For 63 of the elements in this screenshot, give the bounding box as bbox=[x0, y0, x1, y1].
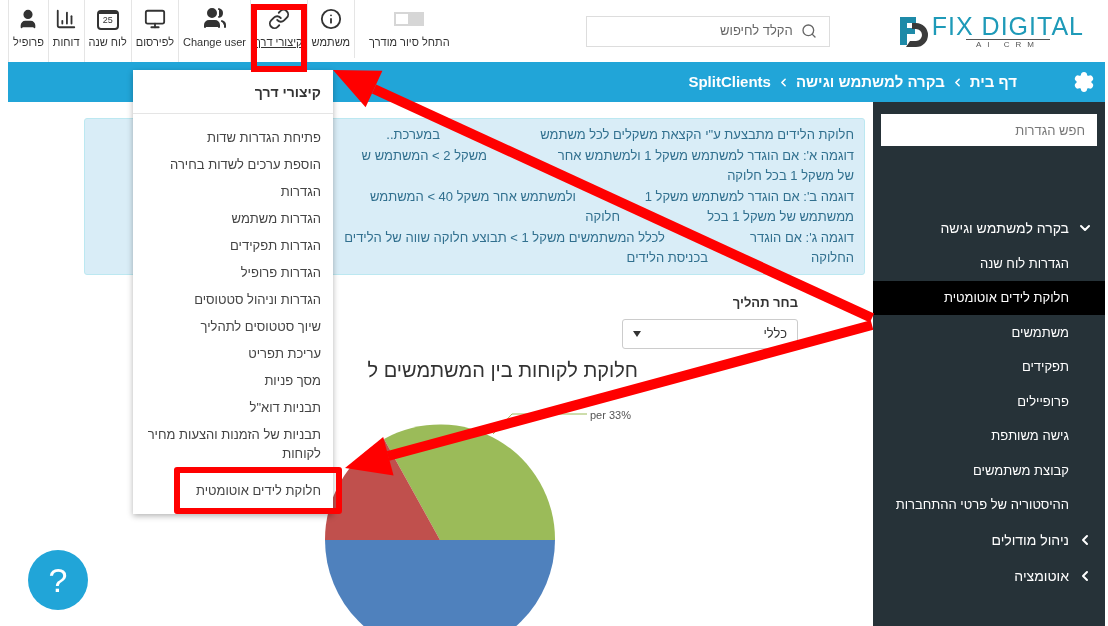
toolbar-button[interactable]: פרופיל bbox=[9, 0, 48, 58]
sidebar-group[interactable]: אוטומציה bbox=[873, 558, 1105, 594]
calendar-icon: 25 bbox=[96, 9, 119, 30]
sidebar-item[interactable]: חלוקת לידים אוטומטית bbox=[873, 280, 1105, 315]
info-text: דוגמה ג': אם הוגדר bbox=[749, 228, 854, 247]
info-text: דוגמה א': אם הוגדר למשתמש משקל 1 ולמשתמש אחר bbox=[556, 146, 854, 165]
monitor-icon bbox=[143, 7, 166, 30]
info-icon bbox=[319, 7, 342, 30]
info-text: החלוקה bbox=[810, 249, 854, 267]
process-select[interactable]: כללי bbox=[622, 318, 798, 349]
info-text: בכניסת הלידים bbox=[626, 249, 708, 267]
menu-item[interactable]: תבניות דוא"ל bbox=[133, 394, 333, 421]
dropdown-caret-icon bbox=[633, 330, 641, 337]
info-text: חלוקת הלידים מתבצעת ע"י הקצאת משקלים לכל משתמש bbox=[539, 126, 854, 144]
settings-icon[interactable] bbox=[1073, 71, 1095, 93]
link-icon bbox=[267, 7, 290, 30]
menu-item[interactable]: שיוך סטטוסים לתהליך bbox=[133, 313, 333, 340]
menu-item[interactable]: הגדרות משתמש bbox=[133, 205, 333, 232]
logo-mark-icon bbox=[897, 15, 928, 47]
info-text: משקל 2 > המשתמש ש bbox=[361, 146, 487, 165]
users-icon bbox=[201, 5, 228, 30]
toolbar-button[interactable]: לפירסום bbox=[131, 0, 179, 58]
search-input[interactable]: הקלד לחיפוש bbox=[598, 21, 793, 41]
info-text: של משקל 1 בכל חלוקה bbox=[727, 167, 854, 185]
menu-item[interactable]: עריכת תפריט bbox=[133, 340, 333, 367]
logo-name: FIX DIGITAL bbox=[931, 12, 1084, 39]
sidebar-group[interactable]: ניהול מודולים bbox=[873, 522, 1105, 558]
toolbar-button[interactable]: דוחות bbox=[48, 0, 84, 58]
info-text: חלוקה bbox=[585, 208, 620, 226]
sidebar-item[interactable]: תפקידים bbox=[873, 349, 1105, 384]
menu-item[interactable]: תבניות של הזמנות והצעות מחיר לקוחות bbox=[133, 421, 333, 467]
sidebar-item[interactable]: גישה משותפת bbox=[873, 418, 1105, 453]
process-label: בחר תהליך bbox=[732, 294, 798, 312]
info-text: במערכת.. bbox=[386, 126, 440, 144]
sidebar-item[interactable]: הגדרות לוח שנה bbox=[873, 246, 1105, 281]
settings-search-field[interactable]: חפש הגדרות bbox=[881, 114, 1097, 146]
menu-item[interactable]: הגדרות bbox=[133, 178, 333, 205]
menu-item[interactable]: מסך פניות bbox=[133, 367, 333, 394]
search-icon bbox=[800, 23, 817, 39]
info-text: ולמשתמש אחר משקל 40 > המשתמש bbox=[369, 187, 576, 206]
chart-title: חלוקת לקוחות בין המשתמשים ל bbox=[367, 357, 638, 383]
bar-chart-icon bbox=[55, 7, 78, 30]
toolbar-button[interactable]: משתמש bbox=[307, 0, 355, 58]
info-text: ממשתמש של משקל 1 בכל bbox=[706, 208, 854, 226]
sidebar-item[interactable]: ההיסטוריה של פרטי ההתחברות bbox=[873, 487, 1105, 522]
menu-item[interactable]: הגדרות תפקידים bbox=[133, 232, 333, 259]
tour-toggle[interactable]: התחל סיור מודרך bbox=[354, 0, 464, 58]
toolbar-button[interactable]: Change user bbox=[179, 0, 251, 58]
sidebar-item[interactable]: משתמשים bbox=[873, 315, 1105, 350]
menu-item[interactable]: הוספת ערכים לשדות בחירה bbox=[133, 151, 333, 178]
info-text: דוגמה ב': אם הוגדר למשתמש משקל 1 bbox=[643, 187, 854, 206]
sidebar-group[interactable]: בקרה למשתמש וגישה bbox=[873, 210, 1105, 246]
menu-item[interactable]: חלוקת לידים אוטומטית bbox=[183, 477, 333, 504]
sidebar-item[interactable]: קבוצת משתמשים bbox=[873, 453, 1105, 488]
search-box[interactable]: הקלד לחיפוש bbox=[585, 15, 830, 47]
logo-tagline: AI CRM bbox=[965, 38, 1050, 50]
menu-item[interactable]: הגדרות וניהול סטטוסים bbox=[133, 286, 333, 313]
slice-label: per 33% bbox=[590, 407, 631, 423]
sidebar-item[interactable]: פרופיילים bbox=[873, 384, 1105, 419]
menu-title: קיצורי דרך bbox=[253, 83, 322, 102]
menu-item[interactable]: הגדרות פרופיל bbox=[133, 259, 333, 286]
menu-item[interactable]: פתיחת הגדרות שדות bbox=[133, 124, 333, 151]
info-text: לכלל המשתמשים משקל 1 > תבוצע חלוקה שווה של הלידים bbox=[344, 228, 665, 247]
